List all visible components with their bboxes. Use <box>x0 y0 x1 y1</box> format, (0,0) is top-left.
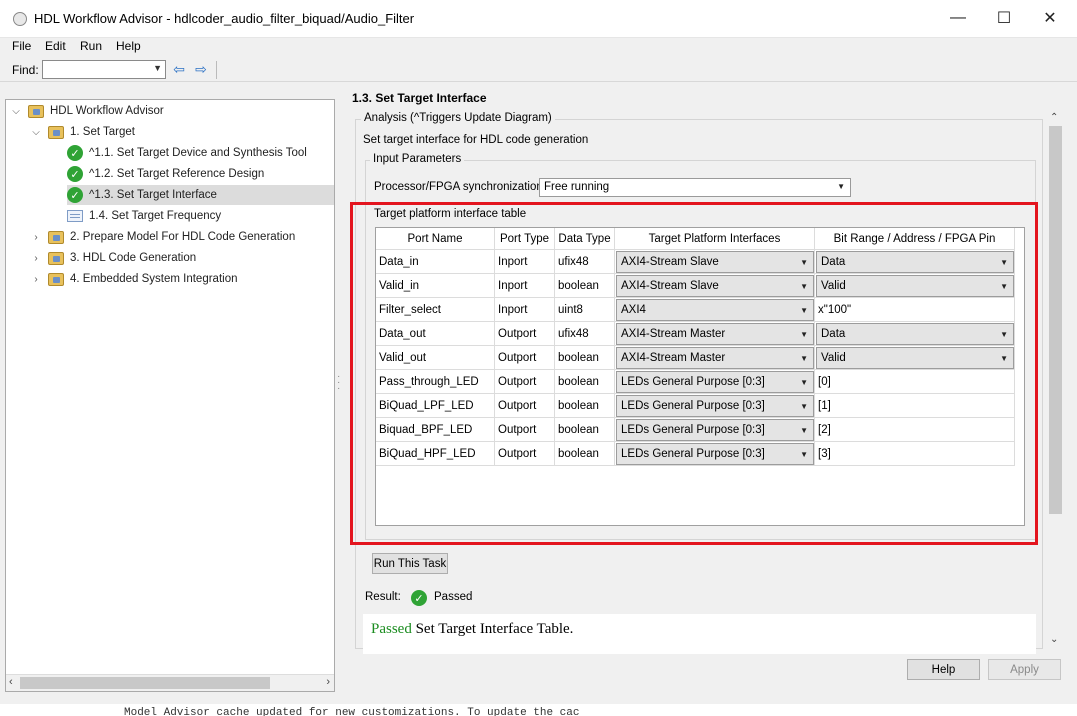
tree-item-task-1-3[interactable]: ✓ ^1.3. Set Target Interface <box>67 185 334 205</box>
tree-item-set-target[interactable]: ⌵ 1. Set Target <box>30 122 334 142</box>
apply-button[interactable]: Apply <box>988 659 1061 680</box>
tree-item-label: ^1.2. Set Target Reference Design <box>89 168 265 180</box>
tree-item-root[interactable]: ⌵ HDL Workflow Advisor <box>10 101 334 121</box>
folder-icon <box>48 272 64 286</box>
pane-splitter-handle[interactable]: · · · <box>337 372 341 394</box>
result-label: Result: <box>365 591 401 603</box>
result-message-text: Set Target Interface Table. <box>415 621 574 637</box>
scroll-up-icon[interactable]: ⌃ <box>1050 112 1058 123</box>
tree-item-prepare-model[interactable]: › 2. Prepare Model For HDL Code Generati… <box>30 227 334 247</box>
list-icon <box>67 210 83 222</box>
result-message: Passed Set Target Interface Table. <box>363 614 1036 654</box>
maximize-button[interactable]: ☐ <box>981 0 1027 36</box>
task-description: Set target interface for HDL code genera… <box>363 134 589 146</box>
chevron-down-icon[interactable]: ▼ <box>153 63 162 73</box>
highlight-box <box>350 202 1038 545</box>
toolbar-separator <box>216 61 217 79</box>
folder-icon <box>28 104 44 118</box>
sync-label: Processor/FPGA synchronization: <box>374 181 546 193</box>
chevron-right-icon[interactable]: › <box>30 274 42 285</box>
folder-icon <box>48 125 64 139</box>
scroll-down-icon[interactable]: ⌄ <box>1050 634 1058 645</box>
tree-item-task-1-4[interactable]: 1.4. Set Target Frequency <box>67 206 334 226</box>
toolbar: Find: ▼ ⇦ ⇨ <box>0 58 1077 82</box>
menu-edit[interactable]: Edit <box>45 39 66 53</box>
find-label: Find: <box>12 63 39 77</box>
background-console-text: Model Advisor cache updated for new cust… <box>124 707 580 716</box>
task-tree[interactable]: ⌵ HDL Workflow Advisor ⌵ 1. Set Target ✓… <box>5 99 335 692</box>
chevron-down-icon[interactable]: ⌵ <box>10 106 22 117</box>
run-task-button[interactable]: Run This Task <box>372 553 448 574</box>
tree-horizontal-scrollbar[interactable]: ‹ › <box>6 674 334 691</box>
menu-file[interactable]: File <box>12 39 31 53</box>
chevron-down-icon: ▼ <box>837 182 845 191</box>
scroll-left-icon[interactable]: ‹ <box>9 676 13 688</box>
arrow-right-icon[interactable]: ⇨ <box>192 61 210 78</box>
sync-dropdown-value: Free running <box>544 181 610 193</box>
tree-item-label: ^1.3. Set Target Interface <box>89 189 217 201</box>
tree-item-task-1-1[interactable]: ✓ ^1.1. Set Target Device and Synthesis … <box>67 143 334 163</box>
find-input[interactable]: ▼ <box>42 60 166 79</box>
result-status: Passed <box>434 591 473 603</box>
background-window: Model Advisor cache updated for new cust… <box>0 704 1077 716</box>
app-icon <box>13 12 27 26</box>
scrollbar-thumb[interactable] <box>1049 126 1062 514</box>
help-button[interactable]: Help <box>907 659 980 680</box>
check-icon: ✓ <box>411 590 427 606</box>
check-icon: ✓ <box>67 166 83 182</box>
menu-run[interactable]: Run <box>80 39 102 53</box>
scrollbar-thumb[interactable] <box>20 677 270 689</box>
tree-item-label: 1. Set Target <box>70 126 135 138</box>
close-button[interactable]: ✕ <box>1027 0 1073 36</box>
window-title: HDL Workflow Advisor - hdlcoder_audio_fi… <box>34 11 415 26</box>
menu-help[interactable]: Help <box>116 39 141 53</box>
tree-item-label: 3. HDL Code Generation <box>70 252 197 264</box>
chevron-right-icon[interactable]: › <box>30 232 42 243</box>
arrow-left-icon[interactable]: ⇦ <box>170 61 188 78</box>
tree-item-code-generation[interactable]: › 3. HDL Code Generation <box>30 248 334 268</box>
content-vertical-scrollbar[interactable]: ⌃ ⌄ <box>1047 110 1064 650</box>
tree-item-label: ^1.1. Set Target Device and Synthesis To… <box>89 147 307 159</box>
tree-item-label: 4. Embedded System Integration <box>70 273 238 285</box>
tree-item-label: HDL Workflow Advisor <box>50 105 164 117</box>
input-parameters-label: Input Parameters <box>370 153 465 165</box>
chevron-down-icon[interactable]: ⌵ <box>30 127 42 138</box>
analysis-group-label: Analysis (^Triggers Update Diagram) <box>361 112 555 124</box>
check-icon: ✓ <box>67 187 83 203</box>
tree-item-label: 2. Prepare Model For HDL Code Generation <box>70 231 296 243</box>
tree-item-task-1-2[interactable]: ✓ ^1.2. Set Target Reference Design <box>67 164 334 184</box>
minimize-button[interactable]: — <box>935 0 981 36</box>
folder-icon <box>48 230 64 244</box>
menu-bar: File Edit Run Help <box>0 38 1077 58</box>
result-message-status: Passed <box>371 621 412 637</box>
scroll-right-icon[interactable]: › <box>326 676 330 688</box>
title-bar: HDL Workflow Advisor - hdlcoder_audio_fi… <box>0 0 1077 38</box>
check-icon: ✓ <box>67 145 83 161</box>
sync-dropdown[interactable]: Free running ▼ <box>539 178 851 197</box>
tree-item-embedded-integration[interactable]: › 4. Embedded System Integration <box>30 269 334 289</box>
folder-icon <box>48 251 64 265</box>
task-title: 1.3. Set Target Interface <box>352 91 487 105</box>
tree-item-label: 1.4. Set Target Frequency <box>89 210 222 222</box>
chevron-right-icon[interactable]: › <box>30 253 42 264</box>
